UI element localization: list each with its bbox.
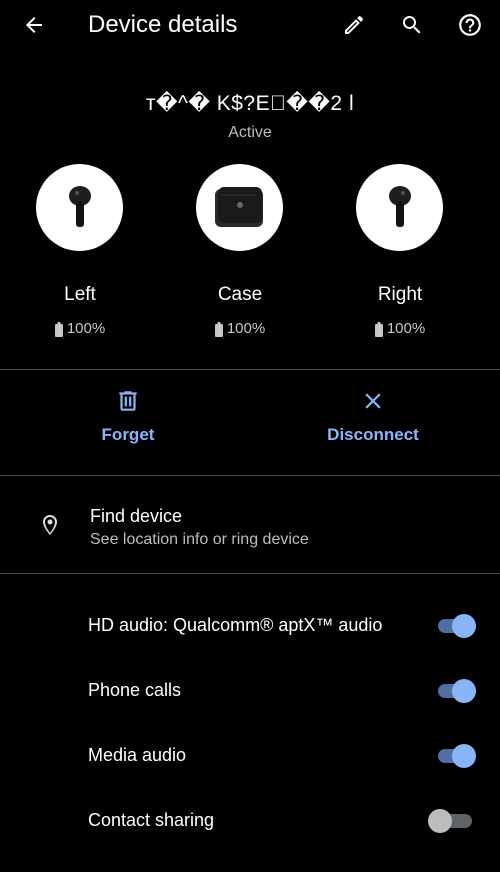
divider (0, 573, 500, 574)
earbud-icon (68, 185, 91, 227)
search-icon (403, 16, 421, 34)
component-right: Right 100% (335, 164, 465, 344)
find-device-row[interactable]: Find device See location info or ring de… (0, 476, 500, 572)
battery-icon (214, 321, 223, 337)
switch-thumb (452, 679, 476, 703)
help-button[interactable] (450, 5, 490, 45)
battery-percent: 100% (386, 320, 426, 337)
hd-audio-switch[interactable] (436, 614, 476, 638)
earbud-right-image (356, 164, 443, 251)
battery-icon (54, 321, 63, 337)
media-audio-switch[interactable] (436, 744, 476, 768)
phone-calls-switch[interactable] (436, 679, 476, 703)
device-status: Active (228, 124, 272, 141)
search-button[interactable] (392, 5, 432, 45)
page-title: Device details (88, 11, 238, 38)
trash-icon (119, 391, 137, 411)
battery-percent: 100% (66, 320, 106, 337)
battery-level: 100% (175, 318, 305, 340)
contact-sharing-label: Contact sharing (88, 810, 215, 830)
disconnect-button[interactable]: Disconnect (318, 388, 428, 460)
component-left: Left 100% (15, 164, 145, 344)
earbud-left-image (36, 164, 123, 251)
find-device-subtitle: See location info or ring device (90, 531, 309, 548)
phone-calls-label: Phone calls (88, 680, 182, 700)
battery-icon (374, 321, 383, 337)
battery-level: 100% (335, 318, 465, 340)
case-image (196, 164, 283, 251)
arrow-left-icon (26, 17, 42, 33)
battery-level: 100% (15, 318, 145, 340)
edit-button[interactable] (334, 5, 374, 45)
hd-audio-row[interactable]: HD audio: Qualcomm® aptX™ audio (0, 593, 500, 657)
switch-thumb (452, 614, 476, 638)
component-case: Case 100% (175, 164, 305, 344)
hd-audio-label: HD audio: Qualcomm® aptX™ audio (88, 615, 383, 635)
charging-case-icon (214, 186, 263, 227)
disconnect-label: Disconnect (327, 425, 419, 444)
forget-button[interactable]: Forget (68, 388, 188, 460)
device-name: т�^� K$?E ��2 l (145, 92, 355, 115)
contact-sharing-switch[interactable] (428, 809, 476, 833)
location-pin-icon (43, 515, 57, 535)
app-bar: Device details (0, 0, 500, 50)
close-icon (365, 393, 381, 409)
component-label: Left (64, 284, 96, 305)
switch-thumb (428, 809, 452, 833)
pencil-icon (345, 15, 364, 35)
component-label: Case (217, 284, 263, 305)
component-label: Right (377, 284, 423, 305)
divider (0, 369, 500, 370)
contact-sharing-row[interactable]: Contact sharing (0, 788, 500, 852)
switch-thumb (452, 744, 476, 768)
find-device-title: Find device (90, 506, 183, 526)
back-button[interactable] (14, 5, 54, 45)
media-audio-row[interactable]: Media audio (0, 723, 500, 787)
media-audio-label: Media audio (88, 745, 187, 765)
phone-calls-row[interactable]: Phone calls (0, 658, 500, 722)
earbud-icon (388, 185, 411, 227)
forget-label: Forget (101, 425, 155, 444)
battery-percent: 100% (226, 320, 266, 337)
help-circle-icon (459, 14, 481, 36)
